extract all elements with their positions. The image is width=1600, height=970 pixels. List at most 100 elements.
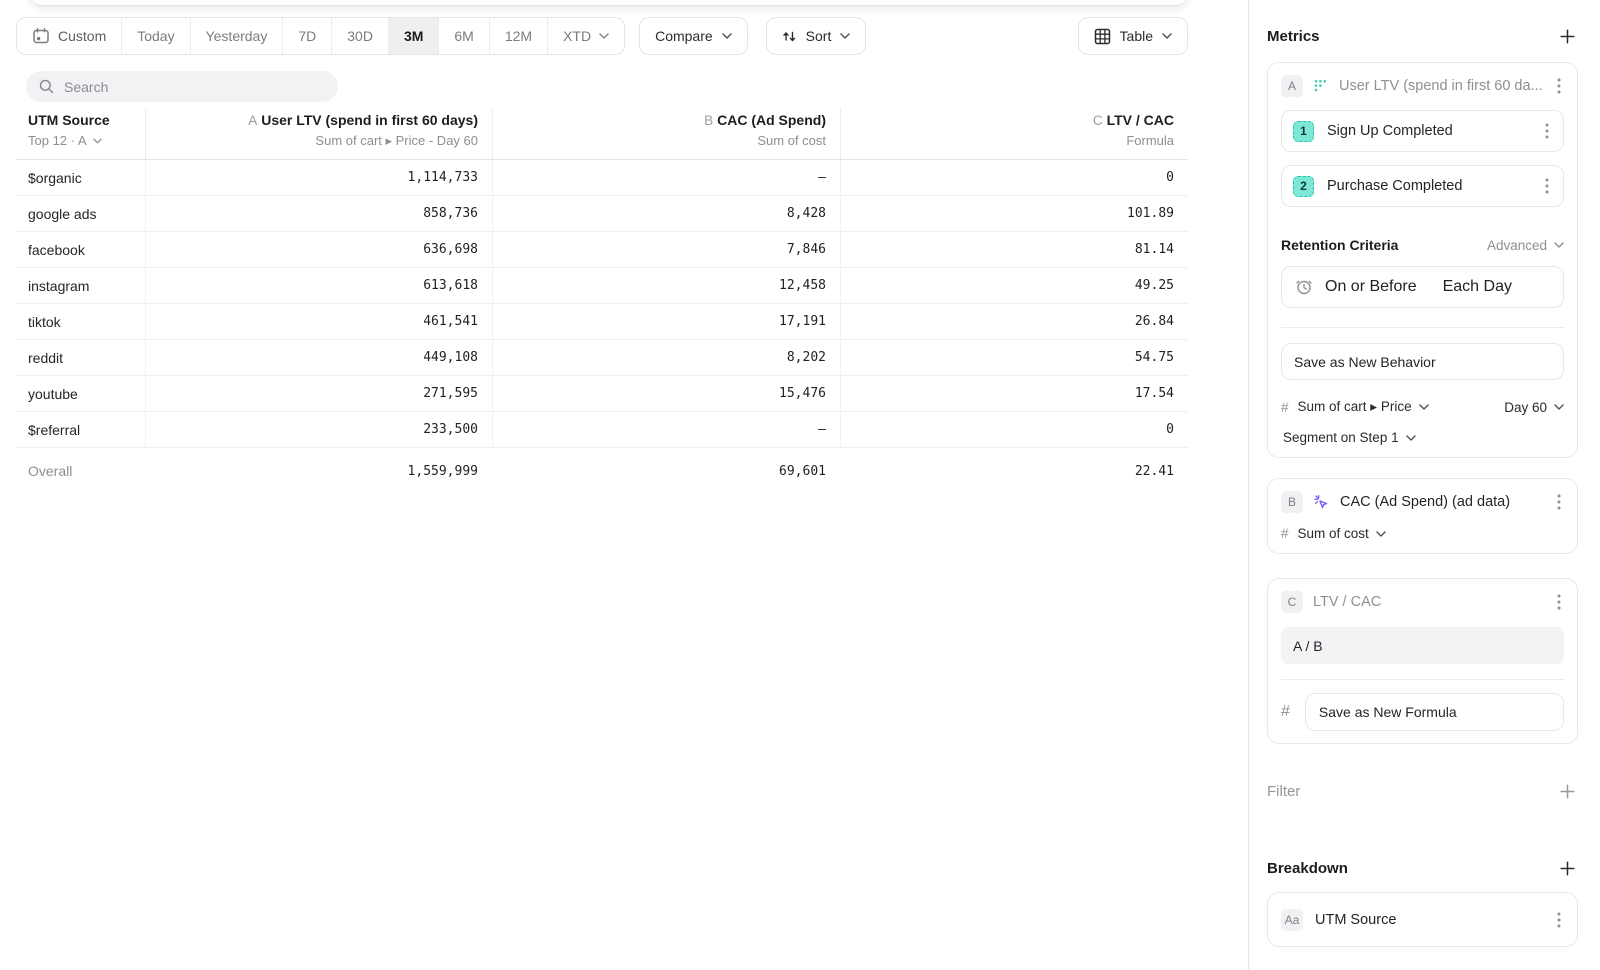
breakdown-item-utm-source[interactable]: Aa UTM Source <box>1267 892 1578 947</box>
utm-source-header-title: UTM Source <box>28 112 145 128</box>
ltv-value-cell: 636,698 <box>145 232 492 267</box>
table-row[interactable]: $referral233,500–0 <box>16 412 1188 448</box>
metric-card-b: B CAC (Ad Spend) (ad data) # Sum of cost <box>1267 478 1578 554</box>
view-switcher-table-button[interactable]: Table <box>1078 17 1188 55</box>
range-30d[interactable]: 30D <box>331 18 388 54</box>
search-box[interactable] <box>26 71 338 102</box>
step-options-kebab[interactable] <box>1542 120 1552 142</box>
utm-source-cell: youtube <box>16 376 145 411</box>
column-subtitle: Sum of cost <box>493 133 826 148</box>
breakdown-options-kebab[interactable] <box>1554 909 1564 931</box>
table-row[interactable]: youtube271,59515,47617.54 <box>16 376 1188 412</box>
criteria-mode-label: On or Before <box>1325 278 1417 296</box>
ltv-value-cell: 271,595 <box>145 376 492 411</box>
step-event-label: Sign Up Completed <box>1327 123 1453 139</box>
date-range-picker: Custom Today Yesterday 7D 30D 3M 6M 12M … <box>16 17 625 55</box>
table-row[interactable]: google ads858,7368,428101.89 <box>16 196 1188 232</box>
column-letter: B <box>704 113 713 128</box>
ltv-value-cell: 858,736 <box>145 196 492 231</box>
table-row[interactable]: facebook636,6987,84681.14 <box>16 232 1188 268</box>
range-label: 3M <box>404 28 423 44</box>
numeric-type-icon: # <box>1281 526 1289 541</box>
column-header-ltv-cac[interactable]: CLTV / CAC Formula <box>840 108 1188 159</box>
report-toolbar: Custom Today Yesterday 7D 30D 3M 6M 12M … <box>16 17 1188 55</box>
formula-input[interactable]: A / B <box>1281 627 1564 664</box>
numeric-type-icon: # <box>1281 400 1289 415</box>
metric-options-kebab[interactable] <box>1554 591 1564 613</box>
range-label: 7D <box>298 28 316 44</box>
column-header-ltv[interactable]: AUser LTV (spend in first 60 days) Sum o… <box>145 108 492 159</box>
view-label: Table <box>1120 28 1153 44</box>
overall-label: Overall <box>16 453 145 489</box>
compare-button[interactable]: Compare <box>639 17 748 55</box>
window-dropdown[interactable]: Day 60 <box>1504 400 1564 415</box>
column-header-cac[interactable]: B CAC (Ad Spend) Sum of cost <box>492 108 840 159</box>
retention-criteria-control[interactable]: On or Before Each Day <box>1281 266 1564 308</box>
metric-letter-badge: C <box>1281 591 1303 613</box>
step-options-kebab[interactable] <box>1542 175 1552 197</box>
range-7d[interactable]: 7D <box>282 18 331 54</box>
breakdown-table: UTM Source Top 12 · A AUser LTV (spend i… <box>16 108 1188 489</box>
retention-criteria-title: Retention Criteria <box>1281 237 1398 253</box>
ltv-value-cell: 233,500 <box>145 412 492 447</box>
save-as-new-behavior-button[interactable]: Save as New Behavior <box>1281 343 1564 380</box>
formula-value: A / B <box>1293 638 1323 654</box>
range-12m[interactable]: 12M <box>489 18 547 54</box>
cac-value-cell: – <box>492 160 840 195</box>
query-builder-sidebar: Metrics A User LTV (spend in first 60 da… <box>1248 0 1600 970</box>
range-3m-selected[interactable]: 3M <box>388 18 438 54</box>
sort-button[interactable]: Sort <box>766 17 867 55</box>
overall-ltv-value: 1,559,999 <box>145 453 492 489</box>
table-row[interactable]: tiktok461,54117,19126.84 <box>16 304 1188 340</box>
range-yesterday[interactable]: Yesterday <box>190 18 283 54</box>
column-subtitle: Formula <box>841 133 1174 148</box>
advanced-dropdown[interactable]: Advanced <box>1487 238 1564 253</box>
breakdown-property-label: UTM Source <box>1315 912 1542 928</box>
range-label: Yesterday <box>206 28 268 44</box>
table-row[interactable]: instagram613,61812,45849.25 <box>16 268 1188 304</box>
range-label: 6M <box>454 28 473 44</box>
overall-cac-value: 69,601 <box>492 453 840 489</box>
add-breakdown-button[interactable] <box>1557 858 1578 879</box>
column-title: CAC (Ad Spend) <box>717 112 826 128</box>
table-row[interactable]: $organic1,114,733–0 <box>16 160 1188 196</box>
range-custom[interactable]: Custom <box>17 18 121 54</box>
segment-on-step-dropdown[interactable]: Segment on Step 1 <box>1283 430 1564 445</box>
range-label: 30D <box>347 28 373 44</box>
behavior-step-1[interactable]: 1 Sign Up Completed <box>1281 110 1564 152</box>
add-metric-button[interactable] <box>1557 26 1578 47</box>
ratio-value-cell: 81.14 <box>840 232 1188 267</box>
behavior-step-2[interactable]: 2 Purchase Completed <box>1281 165 1564 207</box>
chevron-down-icon <box>1406 435 1416 441</box>
add-filter-button[interactable] <box>1557 781 1578 802</box>
metric-title: CAC (Ad Spend) (ad data) <box>1340 494 1544 510</box>
ltv-value-cell: 449,108 <box>145 340 492 375</box>
save-as-new-formula-button[interactable]: Save as New Formula <box>1305 693 1564 731</box>
step-event-label: Purchase Completed <box>1327 178 1462 194</box>
metric-options-kebab[interactable] <box>1554 491 1564 513</box>
metric-options-kebab[interactable] <box>1554 75 1564 97</box>
range-today[interactable]: Today <box>121 18 189 54</box>
alarm-clock-icon <box>1295 278 1313 296</box>
overall-ratio-value: 22.41 <box>840 453 1188 489</box>
utm-source-cell: facebook <box>16 232 145 267</box>
search-input[interactable] <box>64 79 325 95</box>
table-row[interactable]: reddit449,1088,20254.75 <box>16 340 1188 376</box>
aggregation-dropdown[interactable]: Sum of cart ▸ Price <box>1298 399 1429 415</box>
range-xtd[interactable]: XTD <box>547 18 624 54</box>
card-divider <box>1281 327 1564 328</box>
analytics-report-app: Custom Today Yesterday 7D 30D 3M 6M 12M … <box>0 0 1600 970</box>
chevron-down-icon <box>1162 33 1172 39</box>
magic-cursor-icon <box>1313 494 1330 511</box>
chevron-down-icon <box>93 138 102 144</box>
top-n-dropdown[interactable]: Top 12 · A <box>28 133 145 148</box>
metric-letter-badge: B <box>1281 491 1303 513</box>
criteria-frequency-label: Each Day <box>1443 278 1512 296</box>
aggregation-dropdown[interactable]: Sum of cost <box>1298 526 1386 541</box>
step-number-badge: 1 <box>1293 121 1314 142</box>
range-6m[interactable]: 6M <box>438 18 488 54</box>
cac-value-cell: 8,428 <box>492 196 840 231</box>
utm-source-cell: tiktok <box>16 304 145 339</box>
metrics-section-title: Metrics <box>1267 28 1320 45</box>
ratio-value-cell: 17.54 <box>840 376 1188 411</box>
